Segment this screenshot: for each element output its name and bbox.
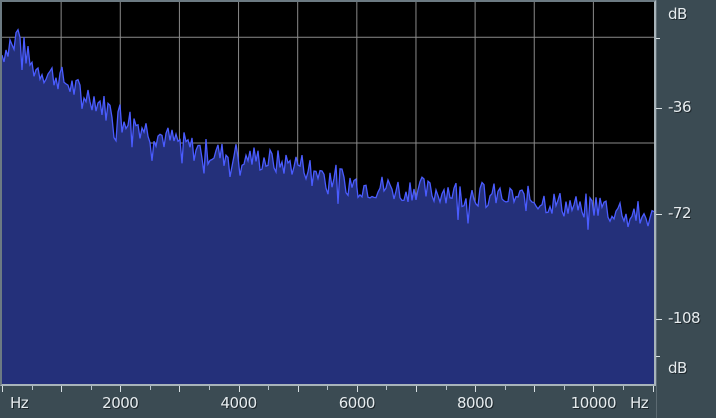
hz-tick bbox=[31, 386, 33, 390]
db-tick-label: -108 bbox=[668, 309, 701, 328]
db-unit-bottom: dB bbox=[668, 359, 687, 377]
hz-tick bbox=[415, 386, 417, 392]
hz-tick bbox=[120, 386, 122, 392]
hz-tick bbox=[593, 386, 595, 392]
db-tick bbox=[656, 356, 660, 357]
hz-tick bbox=[386, 386, 388, 390]
hz-tick bbox=[297, 386, 299, 392]
hz-tick bbox=[475, 386, 477, 392]
hz-tick bbox=[356, 386, 358, 392]
hz-tick-label: 10000 bbox=[570, 394, 617, 412]
hz-unit-right: Hz bbox=[630, 394, 649, 412]
plot-area[interactable] bbox=[0, 0, 656, 386]
spectrum-plot bbox=[2, 2, 654, 384]
db-tick bbox=[656, 213, 662, 215]
hz-tick bbox=[149, 386, 151, 390]
hz-tick bbox=[208, 386, 210, 390]
hz-tick bbox=[563, 386, 565, 390]
db-tick-label: -72 bbox=[668, 203, 692, 222]
hz-tick bbox=[268, 386, 270, 390]
hz-tick-label: 4000 bbox=[220, 394, 257, 412]
spectrum-analyzer: dB -36 -72 -108 dB Hz Hz 2000 4000 6000 8000 1… bbox=[0, 0, 716, 418]
db-unit-top: dB bbox=[668, 5, 687, 23]
hz-tick bbox=[179, 386, 181, 392]
hz-tick bbox=[327, 386, 329, 390]
hz-tick bbox=[2, 386, 3, 392]
hz-tick bbox=[504, 386, 506, 390]
hz-tick-label: 8000 bbox=[457, 394, 494, 412]
db-tick bbox=[656, 107, 662, 109]
hz-tick bbox=[652, 386, 654, 392]
db-tick bbox=[656, 319, 662, 321]
hz-tick-label: 6000 bbox=[338, 394, 376, 412]
hz-axis: Hz Hz 2000 4000 6000 8000 10000 bbox=[0, 386, 656, 418]
hz-tick bbox=[445, 386, 447, 390]
hz-tick-label: 2000 bbox=[102, 394, 139, 412]
hz-tick bbox=[238, 386, 240, 392]
hz-tick bbox=[90, 386, 92, 390]
hz-tick bbox=[622, 386, 624, 390]
db-tick bbox=[656, 38, 660, 39]
hz-tick bbox=[61, 386, 63, 392]
db-tick-label: -36 bbox=[668, 97, 692, 116]
hz-unit-left: Hz bbox=[10, 394, 29, 412]
hz-tick bbox=[534, 386, 536, 392]
